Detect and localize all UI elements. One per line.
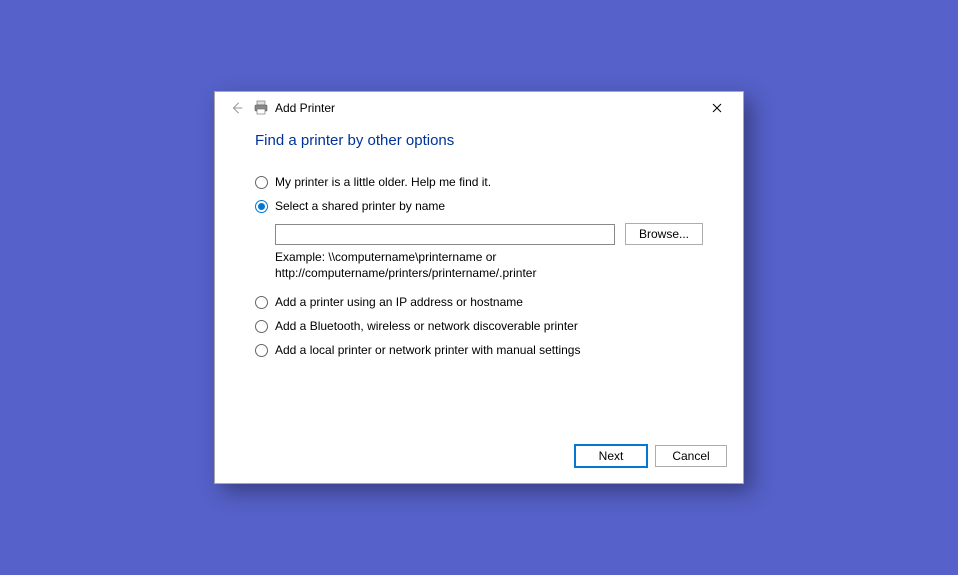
radio-icon	[255, 200, 268, 213]
option-label: Add a Bluetooth, wireless or network dis…	[275, 319, 578, 333]
printer-icon	[253, 100, 269, 116]
option-label: Add a local printer or network printer w…	[275, 343, 580, 357]
titlebar: Add Printer	[215, 92, 743, 124]
shared-printer-input[interactable]	[275, 224, 615, 245]
shared-printer-section: Browse... Example: \\computername\printe…	[275, 223, 703, 281]
cancel-button[interactable]: Cancel	[655, 445, 727, 467]
option-label: Select a shared printer by name	[275, 199, 445, 213]
radio-icon	[255, 320, 268, 333]
radio-icon	[255, 296, 268, 309]
back-button[interactable]	[227, 98, 247, 118]
next-button[interactable]: Next	[575, 445, 647, 467]
option-local-printer[interactable]: Add a local printer or network printer w…	[255, 343, 703, 357]
option-bluetooth[interactable]: Add a Bluetooth, wireless or network dis…	[255, 319, 703, 333]
shared-input-row: Browse...	[275, 223, 703, 245]
example-text: Example: \\computername\printername or h…	[275, 249, 595, 281]
page-heading: Find a printer by other options	[255, 132, 703, 149]
option-label: Add a printer using an IP address or hos…	[275, 295, 523, 309]
option-label: My printer is a little older. Help me fi…	[275, 175, 491, 189]
browse-button[interactable]: Browse...	[625, 223, 703, 245]
close-icon	[712, 103, 722, 113]
option-shared-printer[interactable]: Select a shared printer by name	[255, 199, 703, 213]
option-older-printer[interactable]: My printer is a little older. Help me fi…	[255, 175, 703, 189]
radio-icon	[255, 344, 268, 357]
dialog-content: Find a printer by other options My print…	[215, 124, 743, 439]
add-printer-dialog: Add Printer Find a printer by other opti…	[214, 91, 744, 484]
close-button[interactable]	[697, 94, 737, 122]
option-ip-address[interactable]: Add a printer using an IP address or hos…	[255, 295, 703, 309]
dialog-footer: Next Cancel	[215, 439, 743, 483]
window-title: Add Printer	[275, 101, 335, 115]
back-arrow-icon	[230, 101, 244, 115]
radio-icon	[255, 176, 268, 189]
